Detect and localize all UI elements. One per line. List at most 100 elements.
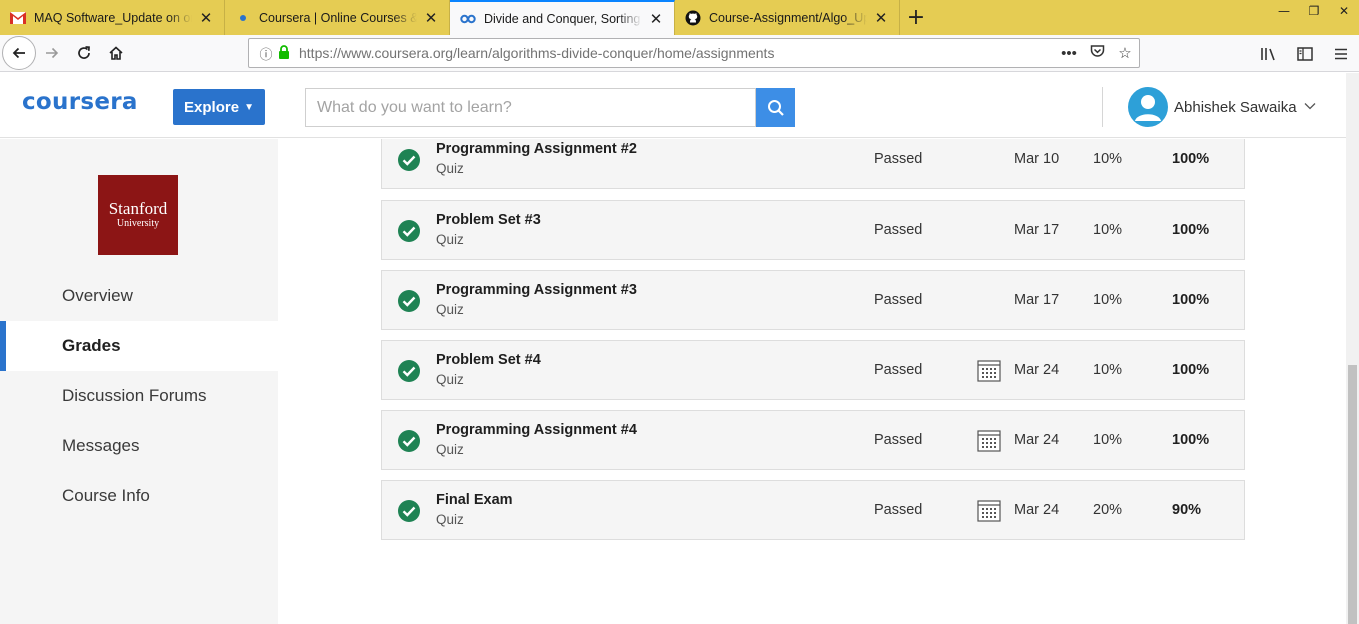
calendar-icon[interactable] [977,499,1001,523]
explore-label: Explore [184,98,240,116]
browser-tab-coursera[interactable]: Coursera | Online Courses & Credentials … [225,0,450,35]
assignment-name[interactable]: Programming Assignment #2 [436,141,637,157]
search-icon [767,99,784,116]
library-icon[interactable] [1251,46,1287,62]
coursera-icon [460,11,476,27]
university-logo[interactable]: Stanford University [98,175,178,255]
user-name: Abhishek Sawaika [1174,98,1297,116]
assignment-grade: 100% [1172,222,1210,238]
window-close-icon[interactable]: ✕ [1329,0,1359,22]
home-button[interactable] [100,37,132,69]
table-row[interactable]: Programming Assignment #4 Quiz Passed Ma… [381,410,1245,470]
page-scrollbar-thumb[interactable] [1348,365,1357,624]
university-name: Stanford [108,199,168,218]
page-actions-icon[interactable]: ••• [1055,45,1083,62]
restore-icon[interactable]: ❐ [1299,0,1329,22]
assignment-type: Quiz [436,372,464,387]
assignment-type: Quiz [436,232,464,247]
calendar-icon[interactable] [977,359,1001,383]
assignment-weight: 10% [1093,432,1123,448]
table-row[interactable]: Problem Set #4 Quiz Passed Mar 24 10% 10… [381,340,1245,400]
assignment-name[interactable]: Programming Assignment #3 [436,282,637,298]
sidebar-item-overview[interactable]: Overview [0,271,278,321]
tab-title: Coursera | Online Courses & Credentials [259,10,417,25]
dot-icon [235,10,251,26]
course-sidebar: Stanford University Overview Grades Disc… [0,139,278,624]
assignment-status: Passed [874,222,923,238]
assignment-grade: 100% [1172,432,1210,448]
due-date: Mar 24 [1014,432,1060,448]
minimize-icon[interactable]: — [1269,0,1299,22]
table-row[interactable]: Programming Assignment #3 Quiz Passed Ma… [381,270,1245,330]
gmail-icon [10,10,26,26]
assignment-status: Passed [874,432,923,448]
pocket-icon[interactable] [1083,44,1111,62]
back-arrow-icon [12,47,25,59]
assignment-name[interactable]: Problem Set #3 [436,212,541,228]
menu-icon[interactable] [1323,47,1359,61]
assignment-name[interactable]: Programming Assignment #4 [436,422,637,438]
search-input[interactable] [305,88,756,127]
tab-title: Divide and Conquer, Sorting and Searchin… [484,11,642,26]
check-circle-icon [398,220,420,242]
close-icon[interactable]: ✕ [198,9,214,27]
url-path: /learn/algorithms-divide-conquer/home/as… [453,45,775,61]
browser-navbar: ⓘ https://www.coursera.org/learn/algorit… [0,35,1359,72]
reload-button[interactable] [68,37,100,69]
search-button[interactable] [756,88,795,127]
table-row[interactable]: Problem Set #3 Quiz Passed Mar 17 10% 10… [381,200,1245,260]
coursera-logo[interactable]: coursera [22,89,138,115]
sidebar-item-messages[interactable]: Messages [0,421,278,471]
browser-tab-github[interactable]: Course-Assignment/Algo_Update ✕ [675,0,900,35]
sidebar-toggle-icon[interactable] [1287,46,1323,61]
sidebar-item-grades[interactable]: Grades [0,321,278,371]
assignment-weight: 10% [1093,362,1123,378]
lock-icon[interactable] [275,44,293,62]
check-circle-icon [398,360,420,382]
browser-toolbar-right [1251,35,1359,72]
assignment-status: Passed [874,362,923,378]
close-icon[interactable]: ✕ [873,9,889,27]
check-circle-icon [398,149,420,171]
sidebar-item-discussion-forums[interactable]: Discussion Forums [0,371,278,421]
forward-arrow-icon [46,47,59,59]
assignment-name[interactable]: Final Exam [436,492,513,508]
grades-list: Programming Assignment #2 Quiz Passed Ma… [278,139,1346,624]
close-icon[interactable]: ✕ [423,9,439,27]
due-date: Mar 10 [1014,151,1060,167]
explore-button[interactable]: Explore ▼ [173,89,265,125]
back-button[interactable] [2,36,36,70]
assignment-name[interactable]: Problem Set #4 [436,352,541,368]
sidebar-item-label: Messages [62,436,140,455]
assignment-grade: 100% [1172,362,1210,378]
bookmark-star-icon[interactable]: ☆ [1111,44,1139,62]
url-bar[interactable]: ⓘ https://www.coursera.org/learn/algorit… [248,38,1140,68]
table-row[interactable]: Final Exam Quiz Passed Mar 24 20% 90% [381,480,1245,540]
assignment-type: Quiz [436,161,464,176]
sidebar-item-course-info[interactable]: Course Info [0,471,278,521]
window-controls: — ❐ ✕ [1269,0,1359,22]
check-circle-icon [398,500,420,522]
home-icon [109,46,123,60]
tab-title: Course-Assignment/Algo_Update [709,10,867,25]
new-tab-button[interactable]: + [900,0,932,35]
assignment-grade: 100% [1172,292,1210,308]
header-divider [1102,87,1103,127]
close-icon[interactable]: ✕ [648,10,664,28]
assignment-weight: 10% [1093,151,1123,167]
browser-tab-gmail[interactable]: MAQ Software_Update on online ✕ [0,0,225,35]
table-row[interactable]: Programming Assignment #2 Quiz Passed Ma… [381,139,1245,189]
university-subname: University [116,218,160,229]
calendar-icon[interactable] [977,429,1001,453]
assignment-weight: 20% [1093,502,1123,518]
user-menu[interactable]: Abhishek Sawaika [1128,87,1316,127]
assignment-status: Passed [874,151,923,167]
assignment-type: Quiz [436,512,464,527]
chevron-down-icon: ▼ [244,101,254,113]
url-text[interactable]: https://www.coursera.org/learn/algorithm… [299,45,1055,61]
url-host: https://www.coursera.org [299,45,454,61]
forward-button[interactable] [36,37,68,69]
assignment-status: Passed [874,502,923,518]
info-icon[interactable]: ⓘ [257,44,275,63]
browser-tab-divide-conquer[interactable]: Divide and Conquer, Sorting and Searchin… [450,0,675,35]
